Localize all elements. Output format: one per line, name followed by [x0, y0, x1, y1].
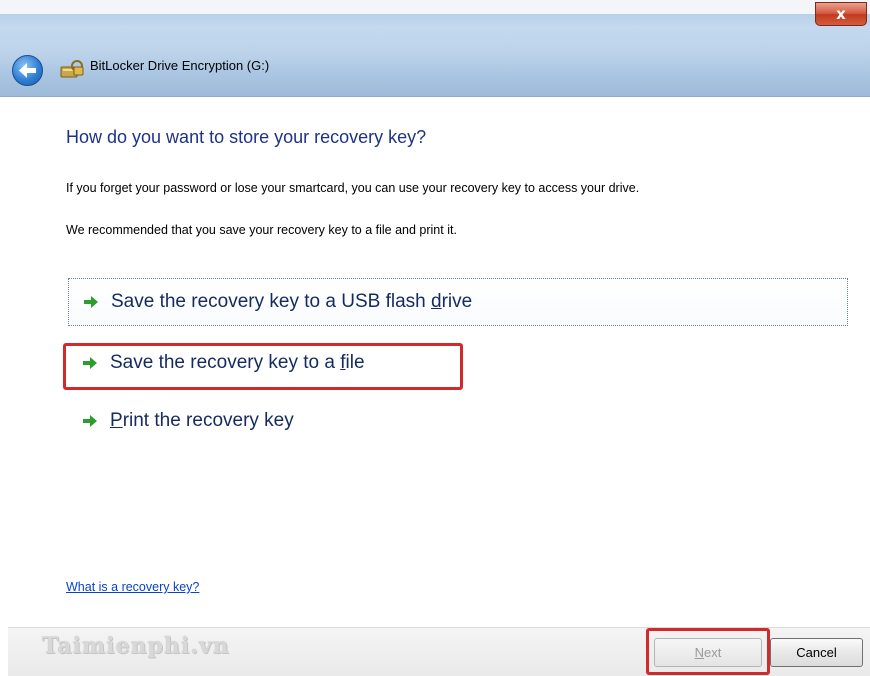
highlight-box-next-button: [646, 628, 770, 675]
recommendation-text: We recommended that you save your recove…: [66, 223, 457, 237]
window-title: BitLocker Drive Encryption (G:): [90, 58, 270, 73]
close-button[interactable]: x: [815, 2, 867, 26]
watermark-text: Taimienphi.vn: [42, 633, 230, 659]
page-heading: How do you want to store your recovery k…: [66, 127, 427, 147]
option-label: Save the recovery key to a USB flash dri…: [111, 291, 473, 312]
close-icon: x: [836, 5, 846, 23]
title-bar: [0, 0, 870, 97]
green-arrow-icon: [83, 415, 97, 427]
bitlocker-icon: [60, 60, 84, 78]
cancel-button[interactable]: Cancel: [770, 638, 863, 667]
save-to-usb-option[interactable]: Save the recovery key to a USB flash dri…: [68, 278, 848, 326]
green-arrow-icon: [84, 296, 98, 308]
recovery-key-help-link[interactable]: What is a recovery key?: [66, 580, 199, 594]
print-recovery-key-option[interactable]: Print the recovery key: [68, 398, 848, 446]
back-button[interactable]: [12, 55, 43, 86]
back-arrow-icon: [19, 63, 36, 78]
highlight-box-file-option: [63, 343, 463, 390]
option-label: Print the recovery key: [110, 410, 294, 431]
description-text: If you forget your password or lose your…: [66, 181, 640, 195]
